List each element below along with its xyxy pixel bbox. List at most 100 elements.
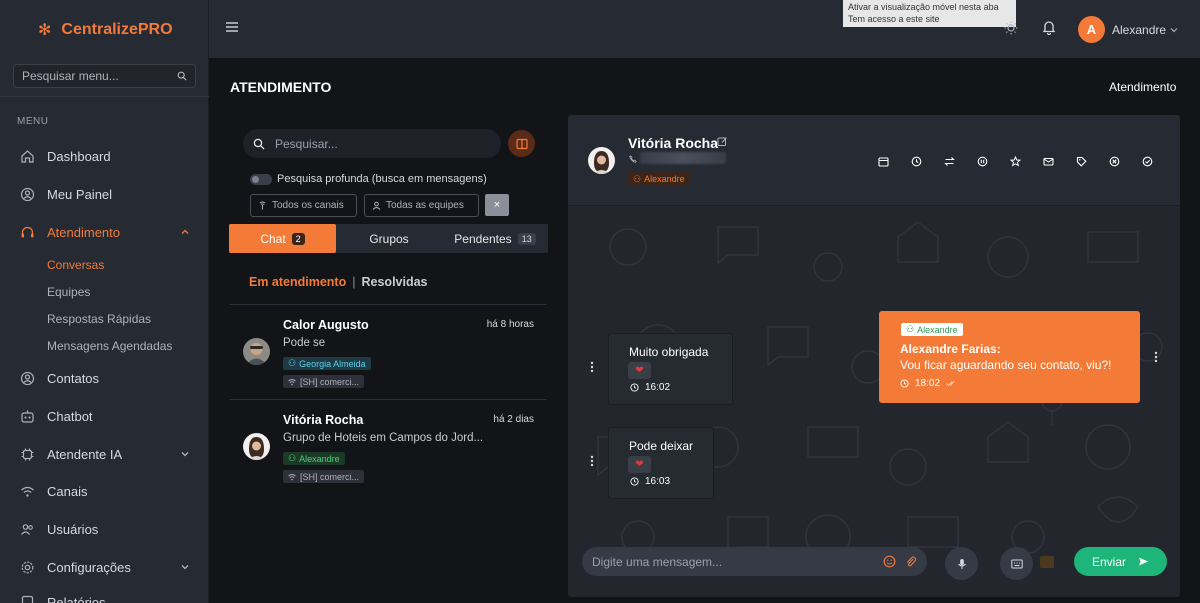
search-icon[interactable] [177, 70, 187, 82]
chevron-down-icon[interactable] [180, 562, 190, 572]
transfer-button[interactable] [938, 150, 960, 172]
sidebar-item-configuracoes[interactable]: Configurações [20, 557, 190, 577]
subtab-separator: | [352, 275, 356, 289]
brand-name: CentralizePRO [61, 21, 173, 38]
sidebar-item-dashboard[interactable]: Dashboard [20, 146, 190, 166]
menu-search-input[interactable] [22, 69, 177, 83]
user-circle-icon [20, 187, 35, 201]
sidebar-item-label: Contatos [47, 370, 100, 386]
sidebar-item-canais[interactable]: Canais [20, 481, 190, 501]
send-button[interactable]: Enviar [1074, 547, 1167, 576]
message-time-label: 16:02 [645, 382, 671, 393]
chevron-down-icon[interactable] [1170, 26, 1178, 34]
heart-reaction[interactable]: ❤ [628, 456, 651, 473]
message-composer [582, 547, 927, 576]
tab-pendentes[interactable]: Pendentes 13 [442, 224, 548, 253]
resolve-button[interactable] [1136, 150, 1158, 172]
voice-record-button[interactable] [945, 547, 978, 580]
pause-button[interactable] [971, 150, 993, 172]
bot-icon [21, 410, 34, 423]
sidebar-item-contatos[interactable]: Contatos [20, 368, 190, 388]
contact-avatar[interactable] [588, 147, 615, 174]
sidebar-item-usuarios[interactable]: Usuários [20, 519, 190, 539]
channel-name: [SH] comerci... [300, 471, 360, 482]
sidebar-item-label: Chatbot [47, 408, 93, 424]
user-icon: ⚇ [288, 358, 297, 368]
sidebar-subitem-respostas-rapidas[interactable]: Respostas Rápidas [47, 312, 151, 326]
phone-number-redacted [640, 152, 726, 164]
theme-toggle-icon[interactable] [1003, 20, 1019, 36]
wifi-icon [21, 486, 34, 497]
hamburger-menu-icon[interactable] [225, 20, 239, 34]
conversation-time: há 8 horas [486, 319, 534, 330]
subtab-resolvidas[interactable]: Resolvidas [362, 275, 428, 289]
users-icon [21, 523, 33, 535]
last-message: Grupo de Hoteis em Campos do Jord... [283, 432, 484, 444]
sidebar-item-atendimento[interactable]: Atendimento [20, 222, 190, 242]
template-icon[interactable] [1040, 556, 1054, 568]
favorite-button[interactable] [1004, 150, 1026, 172]
heart-reaction[interactable]: ❤ [628, 362, 651, 379]
breadcrumb[interactable]: Atendimento [1109, 80, 1176, 94]
channel-filter[interactable]: Todos os canais [250, 194, 357, 217]
brand-logo[interactable]: ✻ CentralizePRO [38, 20, 173, 40]
team-filter[interactable]: Todas as equipes [364, 194, 479, 217]
quick-replies-button[interactable] [1000, 547, 1033, 580]
history-button[interactable] [905, 150, 927, 172]
tab-label: Grupos [369, 231, 409, 246]
star-icon [1009, 155, 1021, 167]
tab-count-badge: 2 [291, 232, 305, 245]
sidebar-item-label: Relatórios [47, 594, 106, 603]
tab-count-badge: 13 [517, 232, 536, 245]
conversation-item[interactable]: Calor Augusto há 8 horas Pode se ⚇ Georg… [229, 305, 547, 399]
user-icon: ⚇ [906, 324, 915, 334]
channel-tag: [SH] comerci... [283, 470, 365, 483]
chevron-down-icon[interactable] [180, 449, 190, 459]
emoji-icon[interactable] [883, 555, 896, 568]
bell-icon[interactable] [1041, 19, 1057, 35]
attachment-icon[interactable] [904, 555, 917, 568]
gear-icon [21, 561, 34, 573]
message-options-icon[interactable] [1154, 351, 1158, 363]
subtab-em-atendimento[interactable]: Em atendimento [249, 275, 346, 289]
deep-search-toggle[interactable] [250, 174, 272, 185]
tab-grupos[interactable]: Grupos [336, 224, 442, 253]
message-text: Pode deixar [629, 439, 694, 453]
sidebar-item-meu-painel[interactable]: Meu Painel [20, 184, 190, 204]
edit-icon[interactable] [717, 136, 728, 147]
message-time: 16:02 [630, 382, 670, 393]
message-time: 16:03 [630, 476, 670, 487]
chevron-up-icon[interactable] [180, 227, 190, 237]
tab-chat[interactable]: Chat 2 [229, 224, 336, 253]
message-text: Muito obrigada [629, 345, 709, 359]
sidebar-item-relatorios[interactable]: Relatórios [20, 592, 190, 603]
message-options-icon[interactable] [590, 455, 594, 467]
conversation-search-input[interactable] [275, 136, 491, 151]
clock-icon [630, 477, 639, 486]
sidebar-item-atendente-ia[interactable]: Atendente IA [20, 444, 190, 464]
sidebar-item-chatbot[interactable]: Chatbot [20, 406, 190, 426]
sidebar-divider [0, 96, 209, 97]
sidebar-subitem-mensagens-agendadas[interactable]: Mensagens Agendadas [47, 339, 172, 353]
message-input[interactable] [592, 554, 875, 569]
browser-tooltip: Ativar a visualização móvel nesta aba Te… [843, 0, 1016, 27]
sidebar-subitem-conversas[interactable]: Conversas [47, 258, 104, 272]
page-title: ATENDIMENTO [230, 79, 332, 95]
assigned-agent-tag: ⚇ Georgia Almeida [283, 357, 371, 370]
clear-filters-button[interactable]: × [485, 194, 509, 216]
clock-icon [630, 383, 639, 392]
tag-button[interactable] [1070, 150, 1092, 172]
schedule-button[interactable] [872, 150, 894, 172]
user-name[interactable]: Alexandre [1112, 23, 1166, 37]
user-avatar[interactable]: A [1078, 16, 1105, 43]
ai-icon [21, 448, 34, 460]
close-conversation-button[interactable] [1103, 150, 1125, 172]
email-button[interactable] [1037, 150, 1059, 172]
conversation-item[interactable]: Vitória Rocha há 2 dias Grupo de Hoteis … [229, 400, 547, 494]
tag-icon [1076, 156, 1087, 167]
check-icon [1142, 156, 1152, 166]
sidebar-subitem-equipes[interactable]: Equipes [47, 285, 90, 299]
menu-search-field [13, 64, 196, 88]
layout-toggle-button[interactable] [508, 130, 535, 157]
message-options-icon[interactable] [590, 361, 594, 373]
